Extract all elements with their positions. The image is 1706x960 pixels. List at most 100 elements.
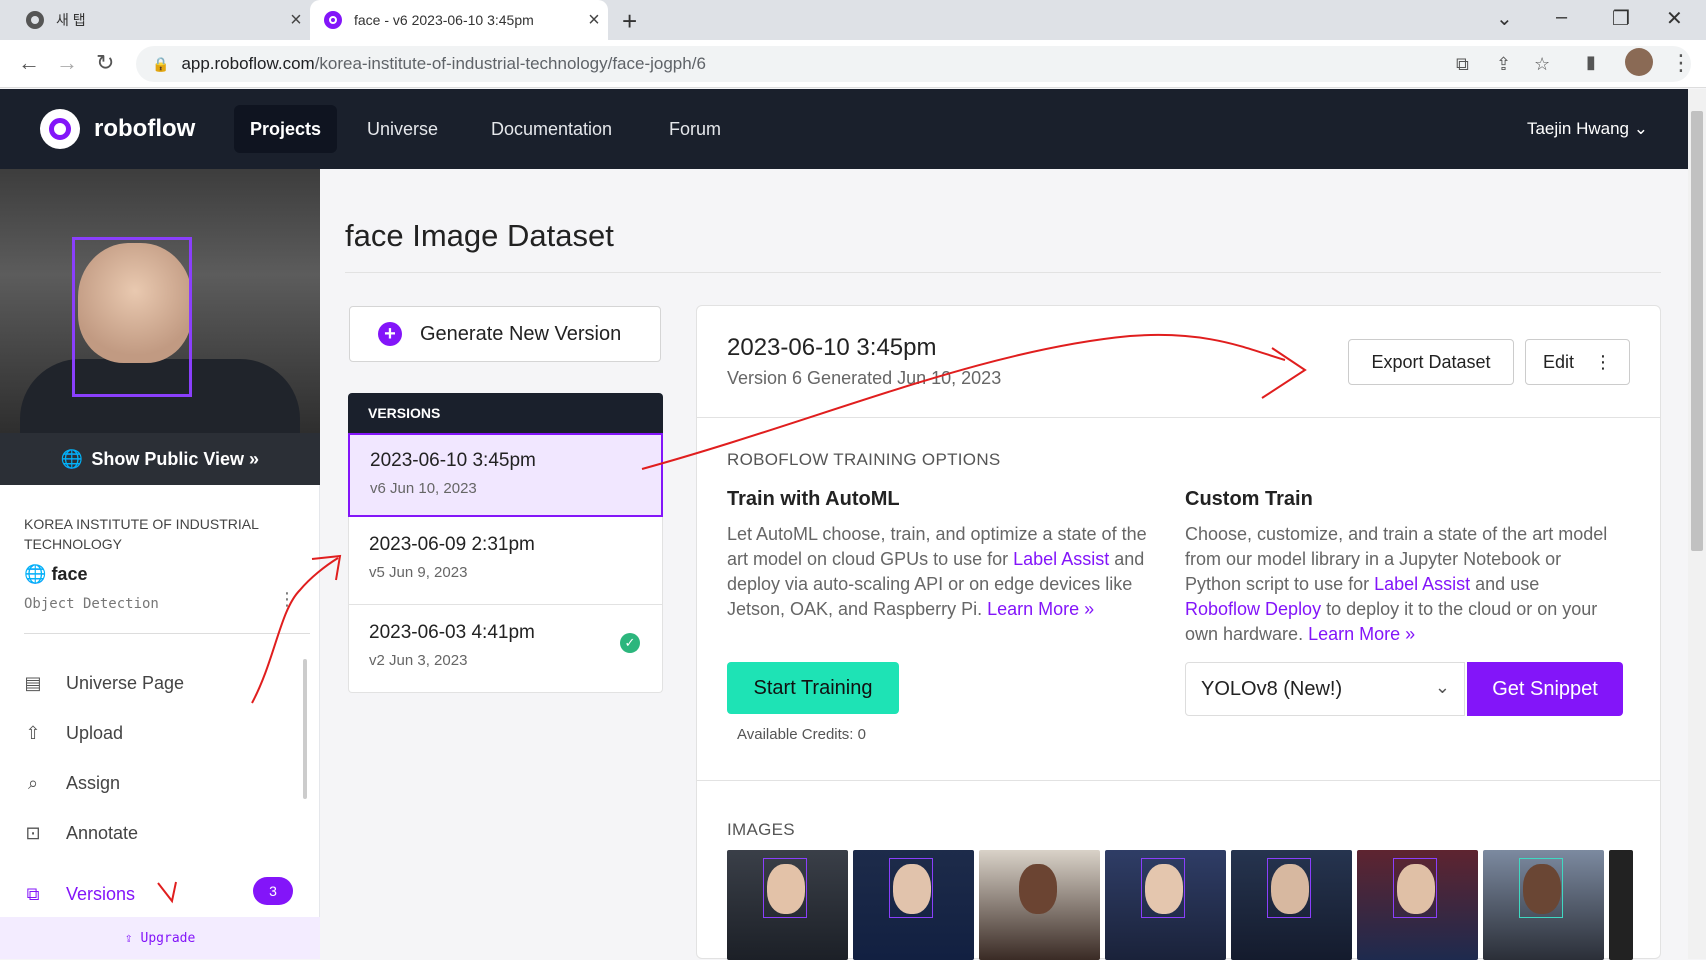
learn-more-link[interactable]: Learn More » xyxy=(1308,624,1415,644)
sidebar: 🌐 Show Public View » KOREA INSTITUTE OF … xyxy=(0,169,320,959)
version-item-v6[interactable]: 2023-06-10 3:45pm v6 Jun 10, 2023 xyxy=(348,433,663,517)
version-title: 2023-06-10 3:45pm xyxy=(727,334,937,361)
image-thumbnail[interactable] xyxy=(1483,850,1604,960)
nav-forum[interactable]: Forum xyxy=(653,105,737,153)
training-options-label: ROBOFLOW TRAINING OPTIONS xyxy=(727,450,1001,469)
automl-title: Train with AutoML xyxy=(727,488,900,510)
images-label: IMAGES xyxy=(727,820,795,839)
org-name: KOREA INSTITUTE OF INDUSTRIAL TECHNOLOGY xyxy=(24,516,259,552)
page-scrollbar[interactable] xyxy=(1688,89,1706,959)
start-training-button[interactable]: Start Training xyxy=(727,662,899,714)
custom-train-title: Custom Train xyxy=(1185,488,1313,510)
project-type: Object Detection xyxy=(24,596,159,612)
chrome-icon xyxy=(26,11,44,29)
model-select[interactable]: YOLOv8 (New!) ⌄ xyxy=(1185,662,1465,716)
divider xyxy=(345,272,1661,273)
lock-icon: 🔒 xyxy=(152,55,170,72)
image-thumbnail[interactable] xyxy=(979,850,1100,960)
version-item-v5[interactable]: 2023-06-09 2:31pm v5 Jun 9, 2023 xyxy=(348,517,663,605)
browser-tabstrip: 새 탭 × face - v6 2023-06-10 3:45pm × + ⌄ … xyxy=(0,0,1706,40)
roboflow-favicon-icon xyxy=(324,11,342,29)
image-thumbnail[interactable] xyxy=(1357,850,1478,960)
versions-count-badge: 3 xyxy=(253,877,293,905)
available-credits: Available Credits: 0 xyxy=(737,726,866,743)
folders-icon: ⧉ xyxy=(26,883,40,904)
upload-icon: ⇧ xyxy=(25,722,41,743)
minimize-icon[interactable]: – xyxy=(1556,6,1567,29)
image-thumbnail[interactable] xyxy=(727,850,848,960)
chevron-down-icon: ⌄ xyxy=(1434,677,1450,697)
image-thumbnail[interactable] xyxy=(853,850,974,960)
upgrade-button[interactable]: ⇪ Upgrade xyxy=(0,917,320,959)
book-icon: ▤ xyxy=(24,672,42,693)
side-panel-icon[interactable]: ▮ xyxy=(1586,52,1596,73)
nav-projects[interactable]: Projects xyxy=(234,105,338,153)
label-assist-link[interactable]: Label Assist xyxy=(1374,574,1470,594)
new-tab-icon[interactable]: + xyxy=(622,6,637,37)
generate-new-version-button[interactable]: + Generate New Version xyxy=(349,306,661,362)
profile-avatar[interactable] xyxy=(1625,48,1653,76)
url-text: app.roboflow.com/korea-institute-of-indu… xyxy=(181,54,706,73)
upgrade-icon: ⇪ xyxy=(124,930,133,946)
search-icon: ⌕ xyxy=(27,772,39,793)
chrome-menu-icon[interactable]: ⋮ xyxy=(1670,50,1692,76)
tab-title: 새 탭 xyxy=(56,12,86,28)
sidebar-item-assign[interactable]: ⌕ Assign xyxy=(22,772,120,794)
divider xyxy=(697,780,1660,781)
bounding-box xyxy=(72,237,192,397)
label-assist-link[interactable]: Label Assist xyxy=(1013,549,1109,569)
sidebar-item-universe-page[interactable]: ▤ Universe Page xyxy=(22,672,184,694)
image-grid xyxy=(727,850,1633,960)
annotate-icon: ⊡ xyxy=(25,822,41,843)
forward-icon[interactable]: → xyxy=(56,50,78,76)
nav-documentation[interactable]: Documentation xyxy=(475,105,628,153)
versions-header: VERSIONS xyxy=(348,393,663,433)
reload-icon[interactable]: ↻ xyxy=(96,50,114,76)
bookmark-star-icon[interactable]: ☆ xyxy=(1534,54,1550,75)
address-bar-row: ← → ↻ 🔒 app.roboflow.com/korea-institute… xyxy=(0,40,1706,88)
version-detail-panel: 2023-06-10 3:45pm Version 6 Generated Ju… xyxy=(696,305,1661,960)
project-thumbnail xyxy=(0,169,320,433)
roboflow-deploy-link[interactable]: Roboflow Deploy xyxy=(1185,599,1321,619)
restore-icon[interactable]: ❐ xyxy=(1612,6,1630,31)
image-thumbnail[interactable] xyxy=(1105,850,1226,960)
window-close-icon[interactable]: ✕ xyxy=(1666,6,1683,31)
browser-tab-face[interactable]: face - v6 2023-06-10 3:45pm × xyxy=(310,0,608,40)
custom-train-description: Choose, customize, and train a state of … xyxy=(1185,524,1608,644)
sidebar-scrollbar[interactable] xyxy=(303,659,307,799)
project-options-icon[interactable]: ⋮ xyxy=(278,589,296,610)
user-menu[interactable]: Taejin Hwang ⌄ xyxy=(1527,119,1648,139)
project-name: 🌐 face xyxy=(24,564,88,584)
kebab-icon: ⋮ xyxy=(1594,351,1613,372)
sidebar-item-annotate[interactable]: ⊡ Annotate xyxy=(22,822,138,844)
chevron-down-icon: ⌄ xyxy=(1633,119,1648,138)
nav-universe[interactable]: Universe xyxy=(351,105,454,153)
share-icon[interactable]: ⇪ xyxy=(1496,54,1511,75)
edit-button[interactable]: Edit ⋮ xyxy=(1525,339,1630,385)
tab-search-icon[interactable]: ⌄ xyxy=(1496,6,1513,31)
show-public-view-button[interactable]: 🌐 Show Public View » xyxy=(0,433,320,485)
tab-title: face - v6 2023-06-10 3:45pm xyxy=(354,12,534,28)
automl-description: Let AutoML choose, train, and optimize a… xyxy=(727,524,1147,619)
sidebar-item-upload[interactable]: ⇧ Upload xyxy=(22,722,123,744)
export-dataset-button[interactable]: Export Dataset xyxy=(1348,339,1514,385)
translate-icon[interactable]: ⧉ xyxy=(1456,54,1469,75)
roboflow-logo[interactable]: roboflow xyxy=(40,109,195,149)
url-bar[interactable]: 🔒 app.roboflow.com/korea-institute-of-in… xyxy=(136,46,1691,82)
version-item-v2[interactable]: 2023-06-03 4:41pm v2 Jun 3, 2023 ✓ xyxy=(348,605,663,693)
close-tab-icon[interactable]: × xyxy=(282,9,310,32)
image-thumbnail[interactable] xyxy=(1609,850,1633,960)
version-subtitle: Version 6 Generated Jun 10, 2023 xyxy=(727,368,1002,388)
divider xyxy=(24,633,310,634)
close-tab-icon[interactable]: × xyxy=(580,9,608,32)
browser-tab-newtab[interactable]: 새 탭 × xyxy=(12,0,310,40)
image-thumbnail[interactable] xyxy=(1231,850,1352,960)
globe-icon: 🌐 xyxy=(24,564,47,584)
sidebar-item-versions[interactable]: ⧉ Versions xyxy=(22,883,135,905)
app-header: roboflow Projects Universe Documentation… xyxy=(0,89,1688,169)
learn-more-link[interactable]: Learn More » xyxy=(987,599,1094,619)
get-snippet-button[interactable]: Get Snippet xyxy=(1467,662,1623,716)
roboflow-logo-icon xyxy=(40,109,80,149)
back-icon[interactable]: ← xyxy=(18,50,40,76)
page-title: face Image Dataset xyxy=(345,218,614,253)
